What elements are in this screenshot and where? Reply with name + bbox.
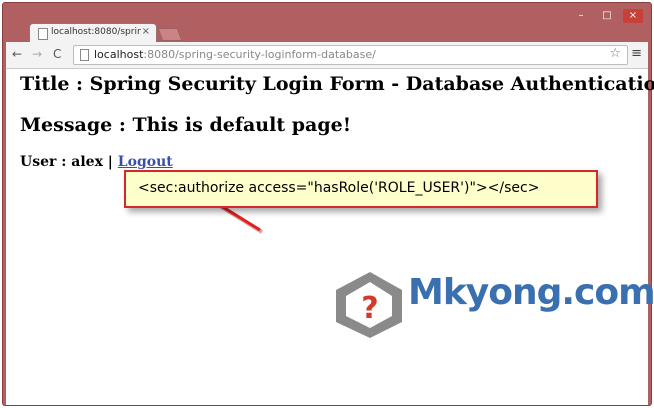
callout-text: <sec:authorize access="hasRole('ROLE_USE… xyxy=(138,180,540,196)
code-callout: <sec:authorize access="hasRole('ROLE_USE… xyxy=(124,170,598,208)
mkyong-logo-icon: ? xyxy=(336,272,402,338)
svg-text:?: ? xyxy=(361,291,378,326)
watermark-text: Mkyong.com xyxy=(408,272,654,313)
